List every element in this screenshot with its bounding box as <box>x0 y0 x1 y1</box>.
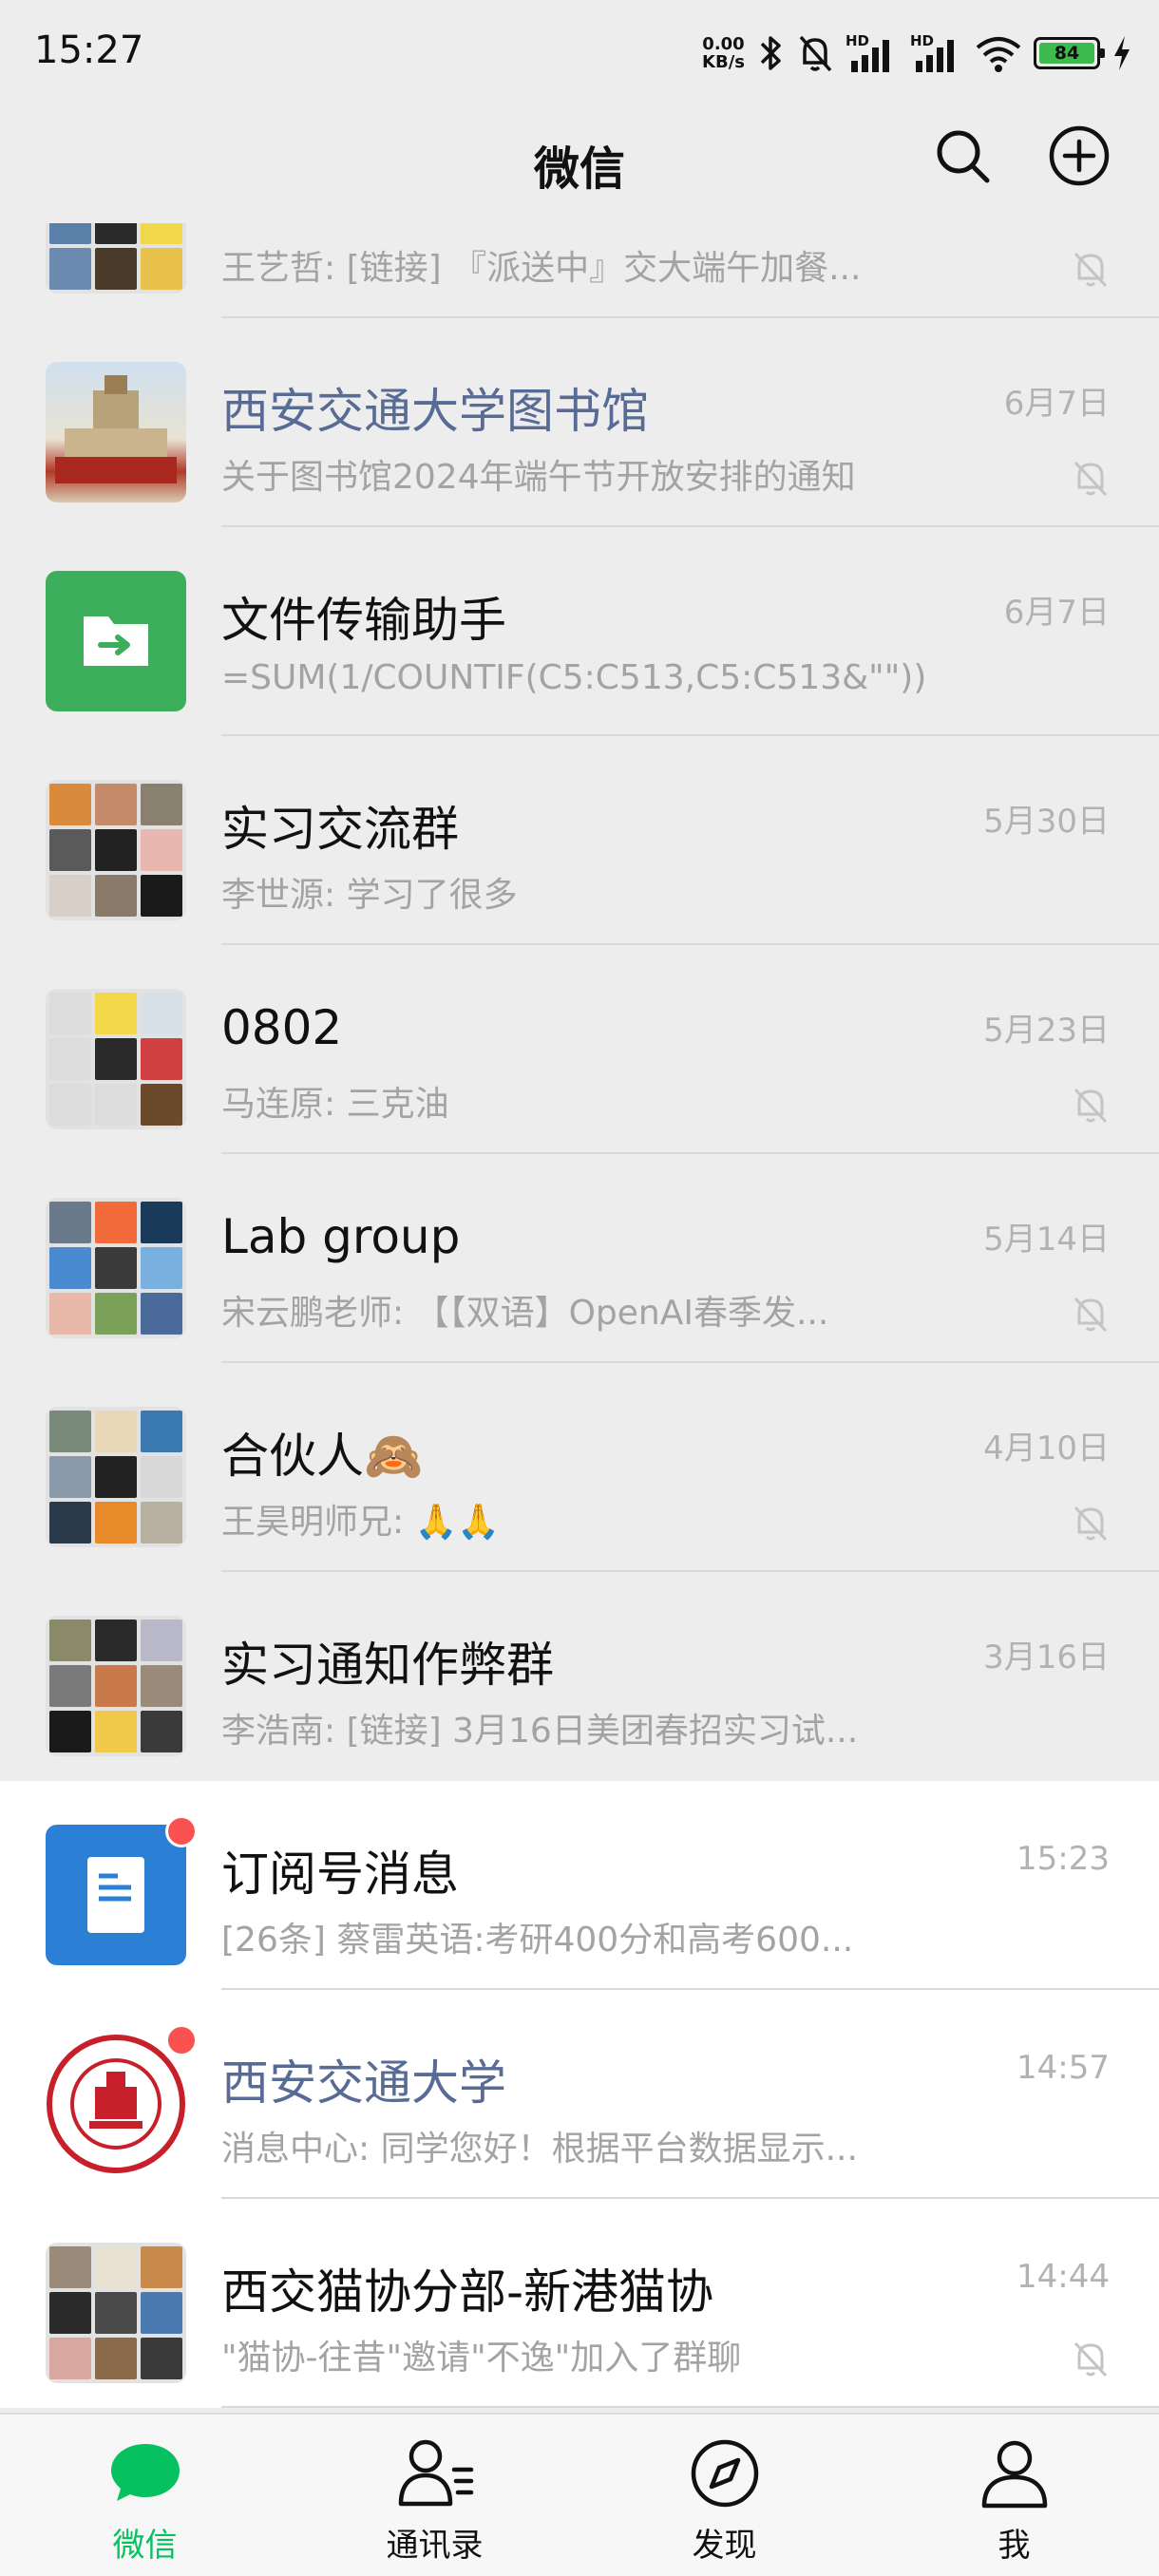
mute-bell-icon <box>1074 2341 1108 2377</box>
chat-name: 西安交通大学 <box>221 2055 506 2111</box>
chat-time: 14:44 <box>1016 2258 1110 2296</box>
chat-preview: 马连原: 三克油 <box>221 1085 449 1124</box>
row-divider <box>221 2406 1159 2408</box>
group-avatar <box>46 1407 186 1547</box>
chat-preview: [26条] 蔡雷英语:考研400分和高考600... <box>221 1921 854 1960</box>
mute-bell-icon <box>1074 252 1108 288</box>
university-logo-avatar <box>46 2034 186 2174</box>
chat-row[interactable]: 合伙人🙈 王昊明师兄: 🙏🙏 4月10日 <box>0 1363 1159 1572</box>
group-avatar <box>46 1198 186 1338</box>
chat-row[interactable]: 实习交流群 李世源: 学习了很多 5月30日 <box>0 736 1159 945</box>
network-speed-value: 0.00 <box>702 34 745 54</box>
network-speed: 0.00 KB/s <box>702 35 745 71</box>
group-avatar <box>46 780 186 920</box>
chat-row[interactable]: 0802 马连原: 三克油 5月23日 <box>0 945 1159 1154</box>
chat-preview: "猫协-往昔"邀请"不逸"加入了群聊 <box>221 2339 742 2377</box>
chat-name: 西安交通大学图书馆 <box>221 384 649 439</box>
battery-level: 84 <box>1039 43 1094 64</box>
chat-row[interactable]: 西交猫协分部-新港猫协 "猫协-往昔"邀请"不逸"加入了群聊 14:44 <box>0 2199 1159 2408</box>
chat-preview: 李世源: 学习了很多 <box>221 876 518 915</box>
person-icon <box>981 2440 1047 2509</box>
chat-row[interactable]: 订阅号消息 [26条] 蔡雷英语:考研400分和高考600... 15:23 <box>0 1781 1159 1990</box>
chat-name: 文件传输助手 <box>221 593 506 648</box>
group-avatar <box>46 989 186 1129</box>
group-avatar <box>46 223 186 294</box>
chat-name: 0802 <box>221 1000 343 1055</box>
battery-icon: 84 <box>1034 37 1105 69</box>
unread-dot <box>165 2024 198 2056</box>
network-speed-unit: KB/s <box>702 52 745 72</box>
tab-label: 微信 <box>112 2527 178 2565</box>
chat-row[interactable]: 文件传输助手 =SUM(1/COUNTIF(C5:C513,C5:C513&""… <box>0 527 1159 736</box>
mute-bell-icon <box>1074 1088 1108 1124</box>
chat-row[interactable]: 王艺哲: [链接] 『派送中』交大端午加餐... <box>0 223 1159 318</box>
mute-bell-icon <box>799 35 832 72</box>
chat-time: 5月14日 <box>983 1221 1110 1259</box>
chat-preview: 宋云鹏老师: 【【双语】OpenAI春季发... <box>221 1294 829 1333</box>
chat-list[interactable]: 王艺哲: [链接] 『派送中』交大端午加餐... 西安交通大学图书馆 关于图书馆… <box>0 223 1159 2413</box>
chat-row[interactable]: 西安交通大学 消息中心: 同学您好！根据平台数据显示... 14:57 <box>0 1990 1159 2199</box>
tab-label: 我 <box>998 2527 1031 2565</box>
file-transfer-avatar <box>46 571 186 711</box>
search-button[interactable] <box>926 120 998 192</box>
tab-label: 发现 <box>692 2527 757 2565</box>
contacts-icon <box>398 2439 473 2507</box>
chat-time: 6月7日 <box>1003 594 1110 632</box>
chat-bubble-icon <box>110 2444 180 2501</box>
chat-name: 订阅号消息 <box>221 1847 459 1902</box>
compass-icon <box>691 2439 758 2508</box>
chat-preview: 李浩南: [链接] 3月16日美团春招实习试... <box>221 1712 859 1751</box>
group-avatar <box>46 2243 186 2383</box>
status-bar: 15:27 0.00 KB/s HD HD 84 <box>0 0 1159 104</box>
chat-row[interactable]: 西安交通大学图书馆 关于图书馆2024年端午节开放安排的通知 6月7日 <box>0 318 1159 527</box>
library-building-icon <box>55 375 177 483</box>
mute-bell-icon <box>1074 1506 1108 1542</box>
university-seal-icon <box>47 2035 185 2173</box>
mute-bell-icon <box>1074 461 1108 497</box>
library-avatar <box>46 362 186 502</box>
signal-icon: HD <box>846 32 899 74</box>
subscription-avatar <box>46 1825 186 1965</box>
tab-me[interactable]: 我 <box>869 2415 1159 2576</box>
chat-time: 5月30日 <box>983 803 1110 841</box>
chat-time: 3月16日 <box>983 1638 1110 1676</box>
chat-preview: 王艺哲: [链接] 『派送中』交大端午加餐... <box>221 249 862 288</box>
signal-icon: HD <box>910 32 963 74</box>
chat-time: 4月10日 <box>983 1430 1110 1468</box>
chat-name: Lab group <box>221 1209 461 1264</box>
document-icon <box>87 1857 144 1933</box>
tab-discover[interactable]: 发现 <box>580 2415 869 2576</box>
charging-icon <box>1114 36 1130 70</box>
tab-chats[interactable]: 微信 <box>0 2415 290 2576</box>
chat-preview: 关于图书馆2024年端午节开放安排的通知 <box>221 458 856 497</box>
chat-name: 实习交流群 <box>221 802 459 857</box>
add-button[interactable] <box>1043 120 1115 192</box>
chat-name: 实习通知作弊群 <box>221 1638 554 1693</box>
tab-contacts[interactable]: 通讯录 <box>290 2415 580 2576</box>
bottom-tab-bar: 微信 通讯录 发现 我 <box>0 2413 1159 2576</box>
chat-name: 合伙人🙈 <box>221 1429 424 1484</box>
folder-arrow-icon <box>84 616 148 666</box>
chat-preview: =SUM(1/COUNTIF(C5:C513,C5:C513&"")) <box>221 658 927 697</box>
chat-time: 6月7日 <box>1003 385 1110 423</box>
group-avatar <box>46 1616 186 1756</box>
mute-bell-icon <box>1074 1297 1108 1333</box>
wifi-icon <box>976 37 1021 72</box>
chat-time: 14:57 <box>1016 2049 1110 2087</box>
chat-row[interactable]: 实习通知作弊群 李浩南: [链接] 3月16日美团春招实习试... 3月16日 <box>0 1572 1159 1781</box>
add-circle-icon <box>1049 125 1110 186</box>
search-icon <box>937 130 990 183</box>
chat-time: 15:23 <box>1016 1840 1110 1878</box>
chat-time: 5月23日 <box>983 1012 1110 1050</box>
tab-label: 通讯录 <box>386 2527 484 2565</box>
status-icons: 0.00 KB/s HD HD 84 <box>702 28 1132 78</box>
chat-row[interactable]: Lab group 宋云鹏老师: 【【双语】OpenAI春季发... 5月14日 <box>0 1154 1159 1363</box>
bluetooth-icon <box>760 36 781 70</box>
unread-dot <box>165 1815 198 1847</box>
chat-name: 西交猫协分部-新港猫协 <box>221 2264 714 2320</box>
status-time: 15:27 <box>34 28 144 72</box>
chat-preview: 消息中心: 同学您好！根据平台数据显示... <box>221 2130 858 2169</box>
top-bar: 微信 <box>0 104 1159 223</box>
chat-preview: 王昊明师兄: 🙏🙏 <box>221 1503 501 1542</box>
